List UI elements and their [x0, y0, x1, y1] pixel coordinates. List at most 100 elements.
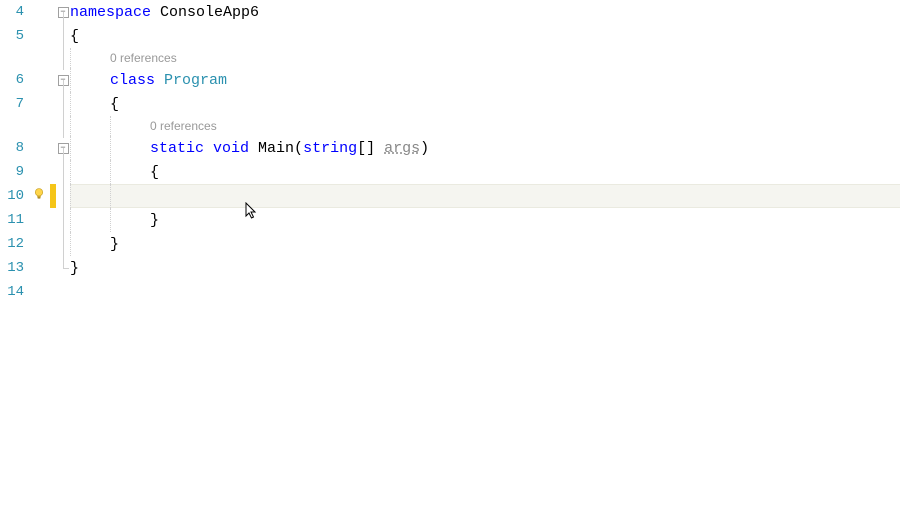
- outline-margin: [56, 280, 70, 304]
- code-line[interactable]: class Program: [70, 68, 900, 92]
- margin-glyph: [28, 280, 50, 304]
- outline-margin[interactable]: −: [56, 0, 70, 24]
- gutter-row: 6−: [0, 68, 70, 92]
- lightbulb-icon[interactable]: [32, 187, 46, 206]
- line-number: 11: [0, 212, 28, 228]
- gutter-row: 12: [0, 232, 70, 256]
- outline-margin: [56, 160, 70, 184]
- indent-guide: [110, 184, 150, 208]
- outline-margin: [56, 46, 70, 70]
- margin-glyph: [28, 160, 50, 184]
- outline-margin: [56, 256, 70, 280]
- code-line[interactable]: static void Main(string[] args): [70, 136, 900, 160]
- code-token: }: [110, 236, 119, 253]
- outline-margin[interactable]: −: [56, 136, 70, 160]
- code-token: void: [213, 140, 258, 157]
- margin-glyph: [28, 0, 50, 24]
- gutter-row: 4−: [0, 0, 70, 24]
- indent-guide: [70, 92, 110, 116]
- codelens-line[interactable]: 0 references: [70, 48, 900, 68]
- line-number: 4: [0, 4, 28, 20]
- code-token: string: [303, 140, 357, 157]
- gutter: 4−56−78−91011121314: [0, 0, 70, 506]
- current-line-highlight: [70, 184, 900, 208]
- code-line[interactable]: namespace ConsoleApp6: [70, 0, 900, 24]
- margin-glyph: [28, 208, 50, 232]
- margin-glyph: [28, 92, 50, 116]
- code-line[interactable]: {: [70, 160, 900, 184]
- margin-glyph: [28, 114, 50, 138]
- code-line[interactable]: [70, 184, 900, 208]
- margin-glyph: [28, 46, 50, 70]
- margin-glyph: [28, 184, 50, 208]
- margin-glyph: [28, 136, 50, 160]
- code-token: ): [420, 140, 429, 157]
- code-editor[interactable]: 4−56−78−91011121314 namespace ConsoleApp…: [0, 0, 900, 506]
- margin-glyph: [28, 68, 50, 92]
- code-token: }: [70, 260, 79, 277]
- gutter-row: 10: [0, 184, 70, 208]
- indent-guide: [70, 68, 110, 92]
- indent-guide: [110, 160, 150, 184]
- code-token: {: [150, 164, 159, 181]
- codelens-references[interactable]: 0 references: [150, 119, 217, 133]
- gutter-row: 8−: [0, 136, 70, 160]
- line-number: 13: [0, 260, 28, 276]
- code-token: ConsoleApp6: [160, 4, 259, 21]
- gutter-row: 7: [0, 92, 70, 116]
- code-token: args: [384, 140, 420, 157]
- line-number: 10: [0, 188, 28, 204]
- code-line[interactable]: }: [70, 208, 900, 232]
- gutter-row: 11: [0, 208, 70, 232]
- indent-guide: [110, 136, 150, 160]
- code-token: {: [110, 96, 119, 113]
- line-number: 14: [0, 284, 28, 300]
- code-area[interactable]: namespace ConsoleApp6 {0 references class …: [70, 0, 900, 506]
- gutter-row: 13: [0, 256, 70, 280]
- outline-margin: [56, 184, 70, 208]
- gutter-row: 9: [0, 160, 70, 184]
- margin-glyph: [28, 232, 50, 256]
- indent-guide: [70, 184, 110, 208]
- code-token: {: [70, 28, 79, 45]
- indent-guide: [70, 208, 110, 232]
- gutter-row: 14: [0, 280, 70, 304]
- indent-guide: [110, 208, 150, 232]
- gutter-row: 5: [0, 24, 70, 48]
- code-token: static: [150, 140, 213, 157]
- code-token: (: [294, 140, 303, 157]
- code-line[interactable]: }: [70, 256, 900, 280]
- line-number: 5: [0, 28, 28, 44]
- outline-margin: [56, 114, 70, 138]
- code-line[interactable]: }: [70, 232, 900, 256]
- outline-margin[interactable]: −: [56, 68, 70, 92]
- indent-guide: [70, 160, 110, 184]
- codelens-references[interactable]: 0 references: [110, 51, 177, 65]
- line-number: 7: [0, 96, 28, 112]
- outline-margin: [56, 232, 70, 256]
- indent-guide: [110, 116, 150, 136]
- code-token: Main: [258, 140, 294, 157]
- code-token: class: [110, 72, 164, 89]
- gutter-row: [0, 116, 70, 136]
- code-token: []: [357, 140, 384, 157]
- code-line[interactable]: {: [70, 24, 900, 48]
- line-number: 8: [0, 140, 28, 156]
- code-line[interactable]: [70, 280, 900, 304]
- indent-guide: [70, 136, 110, 160]
- code-line[interactable]: {: [70, 92, 900, 116]
- code-token: }: [150, 212, 159, 229]
- outline-margin: [56, 208, 70, 232]
- line-number: 12: [0, 236, 28, 252]
- indent-guide: [70, 48, 110, 68]
- gutter-row: [0, 48, 70, 68]
- code-token: Program: [164, 72, 227, 89]
- indent-guide: [70, 116, 110, 136]
- outline-margin: [56, 92, 70, 116]
- codelens-line[interactable]: 0 references: [70, 116, 900, 136]
- outline-margin: [56, 24, 70, 48]
- line-number: 9: [0, 164, 28, 180]
- margin-glyph: [28, 24, 50, 48]
- line-number: 6: [0, 72, 28, 88]
- code-token: namespace: [70, 4, 160, 21]
